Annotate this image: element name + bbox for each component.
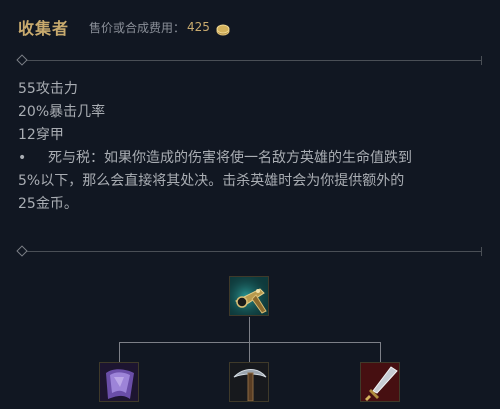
price-value: 425: [187, 20, 210, 34]
item-tooltip: 收集者 售价或合成费用： 425 55攻击力 20%暴击几率 12穿甲 • 死与…: [0, 0, 500, 409]
passive-line-1: 死与税：如果你造成的伤害将使一名敌方英雄的生命值跌到: [48, 150, 412, 166]
item-stats: 55攻击力 20%暴击几率 12穿甲 • 死与税：如果你造成的伤害将使一名敌方英…: [18, 78, 488, 216]
tree-connector-vertical: [249, 317, 250, 343]
passive-description: • 死与税：如果你造成的伤害将使一名敌方英雄的生命值跌到: [18, 147, 488, 170]
stat-lethality: 12穿甲: [18, 127, 64, 143]
cloak-of-agility-icon[interactable]: [99, 362, 139, 402]
recipe-tree: [0, 262, 500, 409]
stat-attack-damage: 55攻击力: [18, 81, 78, 97]
item-name: 收集者: [18, 19, 70, 38]
the-collector-icon[interactable]: [229, 276, 269, 316]
item-header: 收集者 售价或合成费用： 425: [18, 14, 230, 40]
tree-connector-right: [380, 342, 381, 362]
tree-connector-middle: [249, 342, 250, 362]
serrated-dirk-pickaxe-icon[interactable]: [229, 362, 269, 402]
divider-bottom: [16, 245, 482, 257]
price-label: 售价或合成费用：: [89, 20, 186, 35]
stat-crit-chance: 20%暴击几率: [18, 104, 106, 120]
passive-line-3: 25金币。: [18, 196, 78, 212]
gold-coin-icon: [216, 21, 230, 36]
divider-top: [16, 54, 482, 66]
bullet-point: •: [18, 150, 27, 166]
passive-line-2: 5%以下，那么会直接将其处决。击杀英雄时会为你提供额外的: [18, 173, 405, 189]
tree-connector-horizontal: [119, 342, 381, 343]
long-sword-icon[interactable]: [360, 362, 400, 402]
tree-connector-left: [119, 342, 120, 362]
